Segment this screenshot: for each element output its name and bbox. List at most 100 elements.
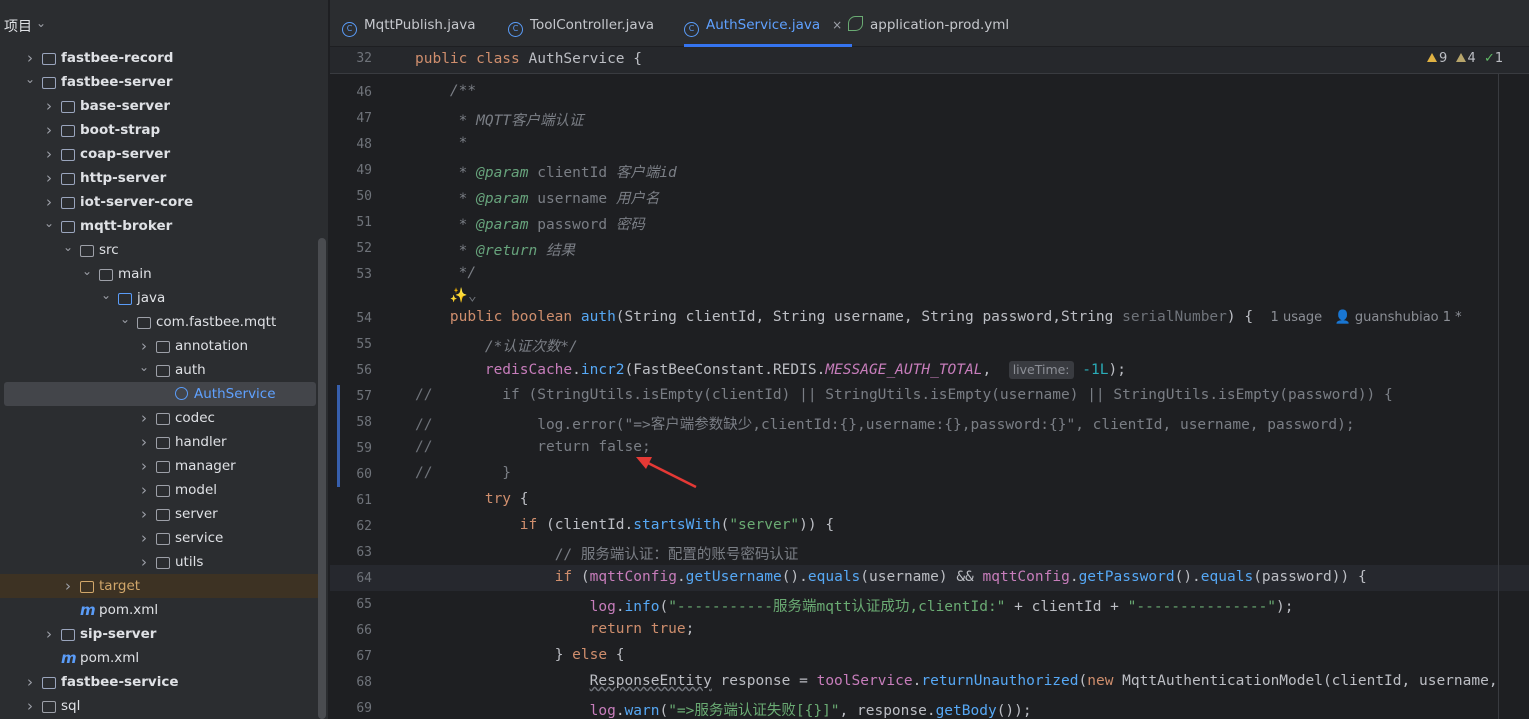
project-panel: 项目 ⌄ › fastbee-record ⌄ fastbee-server › base… bbox=[0, 0, 328, 719]
code-line[interactable]: if (clientId.startsWith("server")) { bbox=[415, 517, 834, 533]
line-number: 67 bbox=[356, 649, 372, 664]
tree-item[interactable]: ⌄ main bbox=[0, 262, 320, 286]
project-panel-title[interactable]: 项目 bbox=[4, 16, 32, 36]
code-line[interactable]: // return false; bbox=[415, 439, 651, 455]
chevron-right-icon[interactable]: › bbox=[138, 478, 150, 502]
package-icon bbox=[156, 365, 170, 377]
tree-item[interactable]: › boot-strap bbox=[0, 118, 320, 142]
tree-item[interactable]: › utils bbox=[0, 550, 320, 574]
code-line[interactable]: return true; bbox=[415, 621, 695, 637]
code-token: -1L bbox=[1082, 362, 1109, 378]
code-line[interactable]: * MQTT客户端认证 bbox=[415, 109, 584, 130]
tree-item[interactable]: ⌄ com.fastbee.mqtt bbox=[0, 310, 320, 334]
tree-item[interactable]: › server bbox=[0, 502, 320, 526]
code-line[interactable]: /** bbox=[415, 83, 476, 99]
code-token: , response. bbox=[839, 703, 936, 719]
chevron-right-icon[interactable]: › bbox=[138, 526, 150, 550]
sticky-header[interactable]: 32 public class AuthService { 9 4 ✓1 bbox=[330, 47, 1529, 74]
chevron-right-icon[interactable]: › bbox=[138, 406, 150, 430]
chevron-down-icon[interactable]: ⌄ bbox=[43, 211, 55, 235]
code-line[interactable]: ResponseEntity response = toolService.re… bbox=[415, 673, 1498, 689]
code-line[interactable]: redisCache.incr2(FastBeeConstant.REDIS.M… bbox=[415, 361, 1126, 379]
close-icon[interactable]: × bbox=[832, 18, 842, 32]
code-line[interactable]: log.info("-----------服务端mqtt认证成功,clientI… bbox=[415, 595, 1294, 616]
sidebar-scrollbar[interactable] bbox=[318, 238, 326, 719]
chevron-right-icon[interactable]: › bbox=[43, 622, 55, 646]
code-line[interactable]: */ bbox=[415, 265, 476, 281]
chevron-right-icon[interactable]: › bbox=[138, 454, 150, 478]
chevron-down-icon[interactable]: ⌄ bbox=[119, 307, 131, 331]
tree-item[interactable]: › handler bbox=[0, 430, 320, 454]
chevron-down-icon[interactable]: ⌄ bbox=[24, 67, 36, 91]
chevron-right-icon[interactable]: › bbox=[43, 142, 55, 166]
tree-item[interactable]: › target bbox=[0, 574, 320, 598]
tree-item[interactable]: ⌄ auth bbox=[0, 358, 320, 382]
chevron-right-icon[interactable]: › bbox=[24, 694, 36, 718]
code-editor[interactable]: 32 public class AuthService { 9 4 ✓1 46 … bbox=[330, 47, 1529, 719]
tab-authservice-java[interactable]: C AuthService.java × bbox=[684, 0, 853, 47]
tree-item[interactable]: AuthService bbox=[4, 382, 316, 406]
tree-item[interactable]: › sip-server bbox=[0, 622, 320, 646]
chevron-right-icon[interactable]: › bbox=[138, 430, 150, 454]
tree-item[interactable]: › annotation bbox=[0, 334, 320, 358]
code-line[interactable]: public boolean auth(String clientId, Str… bbox=[415, 309, 1462, 325]
tree-item[interactable]: › fastbee-record bbox=[0, 46, 320, 70]
code-line[interactable]: } else { bbox=[415, 647, 625, 663]
code-line[interactable]: * @return 结果 bbox=[415, 239, 575, 260]
code-line[interactable]: * @param password 密码 bbox=[415, 213, 645, 234]
chevron-right-icon[interactable]: › bbox=[43, 118, 55, 142]
chevron-right-icon[interactable]: › bbox=[138, 502, 150, 526]
tab-application-prod-yml[interactable]: application-prod.yml bbox=[848, 0, 1009, 44]
code-line[interactable]: * bbox=[415, 135, 468, 151]
code-line[interactable]: * @param clientId 客户端id bbox=[415, 161, 677, 182]
code-line[interactable]: * @param username 用户名 bbox=[415, 187, 660, 208]
inspection-widget[interactable]: 9 4 ✓1 bbox=[1427, 51, 1503, 66]
chevron-down-icon[interactable]: ⌄ bbox=[36, 16, 46, 30]
chevron-down-icon[interactable]: ⌄ bbox=[81, 259, 93, 283]
code-token: if (StringUtils.isEmpty(clientId) || Str… bbox=[432, 387, 1393, 403]
chevron-down-icon[interactable]: ⌄ bbox=[138, 355, 150, 379]
code-token: @param bbox=[476, 191, 529, 207]
line-number: 32 bbox=[356, 51, 372, 66]
warning-icon bbox=[1427, 53, 1437, 62]
tree-item[interactable]: ⌄ src bbox=[0, 238, 320, 262]
package-icon bbox=[156, 341, 170, 353]
tree-item[interactable]: › model bbox=[0, 478, 320, 502]
tree-item[interactable]: › sql bbox=[0, 694, 320, 718]
tree-item[interactable]: › codec bbox=[0, 406, 320, 430]
chevron-down-icon[interactable]: ⌄ bbox=[100, 283, 112, 307]
code-line[interactable]: ✨⌄ bbox=[415, 287, 477, 304]
package-icon bbox=[137, 317, 151, 329]
code-line[interactable]: // log.error("=>客户端参数缺少,clientId:{},user… bbox=[415, 413, 1355, 434]
tab-mqttpublish-java[interactable]: C MqttPublish.java bbox=[342, 0, 476, 44]
tree-item-label: java bbox=[137, 290, 166, 306]
tree-item-label: sql bbox=[61, 698, 81, 714]
chevron-right-icon[interactable]: › bbox=[24, 670, 36, 694]
tree-item[interactable]: m pom.xml bbox=[0, 598, 320, 622]
chevron-right-icon[interactable]: › bbox=[43, 166, 55, 190]
tree-item[interactable]: › http-server bbox=[0, 166, 320, 190]
tree-item[interactable]: › service bbox=[0, 526, 320, 550]
chevron-right-icon[interactable]: › bbox=[62, 574, 74, 598]
tree-item[interactable]: › manager bbox=[0, 454, 320, 478]
project-panel-header[interactable]: 项目 ⌄ bbox=[0, 0, 328, 48]
tree-item[interactable]: ⌄ mqtt-broker bbox=[0, 214, 320, 238]
tree-item[interactable]: ⌄ fastbee-server bbox=[0, 70, 320, 94]
chevron-right-icon[interactable]: › bbox=[138, 550, 150, 574]
code-line[interactable]: log.warn("=>服务端认证失败[{}]", response.getBo… bbox=[415, 699, 1032, 719]
chevron-down-icon[interactable]: ⌄ bbox=[62, 235, 74, 259]
tree-item[interactable]: › coap-server bbox=[0, 142, 320, 166]
tree-item[interactable]: › base-server bbox=[0, 94, 320, 118]
tree-item[interactable]: › fastbee-service bbox=[0, 670, 320, 694]
code-line[interactable]: // if (StringUtils.isEmpty(clientId) || … bbox=[415, 387, 1393, 403]
chevron-right-icon[interactable]: › bbox=[43, 94, 55, 118]
tree-item[interactable]: m pom.xml bbox=[0, 646, 320, 670]
tree-item[interactable]: ⌄ java bbox=[0, 286, 320, 310]
code-line[interactable]: // } bbox=[415, 465, 511, 481]
code-line[interactable]: /*认证次数*/ bbox=[415, 335, 578, 356]
code-line[interactable]: if (mqttConfig.getUsername().equals(user… bbox=[415, 569, 1367, 585]
code-line[interactable]: // 服务端认证：配置的账号密码认证 bbox=[415, 543, 799, 564]
tab-toolcontroller-java[interactable]: C ToolController.java bbox=[508, 0, 654, 44]
code-line[interactable]: try { bbox=[415, 491, 529, 507]
